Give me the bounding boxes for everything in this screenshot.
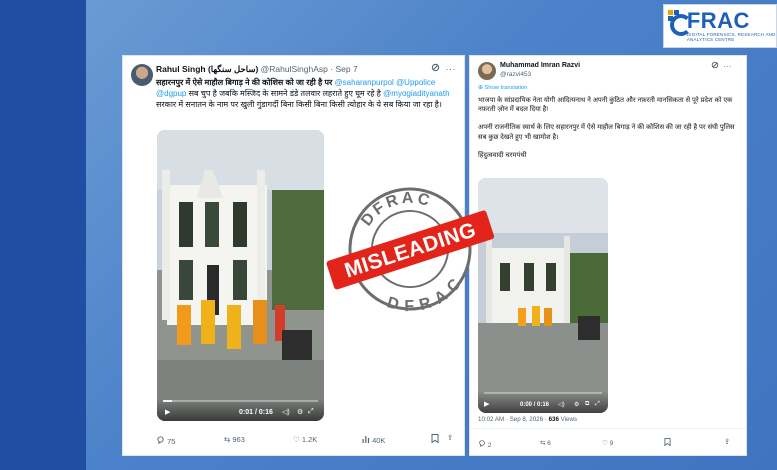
play-icon[interactable]: ▶	[165, 408, 170, 416]
repost-action[interactable]: ⇆ 963	[224, 435, 245, 444]
views-count: 636	[548, 416, 559, 423]
repost-count: 6	[547, 440, 551, 447]
logo-tagline: DIGITAL FORENSICS, RESEARCH AND ANALYTIC…	[686, 32, 776, 42]
share-icon[interactable]: ⇪	[724, 437, 730, 446]
bookmark-icon[interactable]	[664, 438, 671, 448]
misleading-stamp: DFRAC DFRAC MISLEADING	[326, 181, 494, 316]
dfrac-logo: FRAC DIGITAL FORENSICS, RESEARCH AND ANA…	[663, 4, 777, 48]
bookmark-icon[interactable]	[431, 434, 439, 445]
repost-icon[interactable]: ⇆	[540, 440, 545, 447]
mention-link[interactable]: @Uppolice	[396, 78, 435, 87]
tweet-meta: 10:02 AM · Sep 8, 2026 · 636 Views	[478, 416, 578, 423]
reply-icon[interactable]	[156, 436, 167, 446]
views-label: Views	[560, 416, 578, 423]
play-icon[interactable]: ▶	[484, 400, 489, 408]
handle[interactable]: @razvi453	[500, 71, 531, 78]
tweet-text: सहारनपुर में ऐसे माहौल बिगाड़ ने की कोशि…	[156, 78, 450, 109]
show-translation-link[interactable]: ⊕ Show translation	[478, 85, 527, 91]
grok-icon[interactable]	[431, 63, 443, 74]
heart-icon[interactable]: ♡	[293, 435, 300, 444]
reply-icon[interactable]	[478, 440, 488, 449]
share-icon[interactable]: ⇪	[447, 433, 453, 442]
avatar[interactable]	[478, 62, 496, 80]
reply-action[interactable]: 75	[156, 435, 175, 446]
video-frame	[478, 178, 608, 413]
settings-icon[interactable]: ⚙	[297, 408, 303, 416]
display-name[interactable]: Rahul Singh (ساحل سنگھا)	[156, 64, 258, 74]
divider	[470, 428, 746, 429]
like-action[interactable]: ♡ 1.2K	[293, 435, 317, 444]
tweet-text: भाजपा के सांप्रदायिक नेता योगी आदित्यनाथ…	[478, 97, 735, 159]
reply-count: 2	[487, 442, 492, 449]
settings-icon[interactable]: ⚙	[574, 401, 579, 408]
more-options-icon[interactable]: ···	[723, 62, 731, 71]
video-time: 0:01 / 0:16	[239, 409, 273, 416]
repost-action[interactable]: ⇆ 6	[540, 439, 551, 447]
video-controls: ▶ 0:01 / 0:16 ◁) ⚙ ⤢	[157, 399, 324, 421]
tweet-header: Rahul Singh (ساحل سنگھا) @RahulSinghAsp …	[156, 64, 358, 74]
like-count: 9	[609, 440, 614, 447]
volume-icon[interactable]: ◁)	[282, 408, 290, 416]
picture-in-picture-icon[interactable]: ⧉	[585, 401, 589, 408]
repost-count: 963	[232, 435, 245, 444]
video-controls: ▶ 0:00 / 0:16 ◁) ⚙ ⧉ ⤢	[478, 391, 608, 413]
video-frame	[157, 130, 324, 421]
repost-icon[interactable]: ⇆	[224, 435, 230, 444]
fullscreen-icon[interactable]: ⤢	[308, 408, 314, 416]
fullscreen-icon[interactable]: ⤢	[595, 401, 600, 408]
tweet-time[interactable]: 10:02 AM	[478, 416, 504, 423]
dfrac-logo-icon	[668, 10, 692, 42]
more-options-icon[interactable]: ···	[446, 64, 457, 74]
volume-icon[interactable]: ◁)	[558, 401, 565, 408]
avatar[interactable]	[131, 64, 153, 86]
display-name[interactable]: Muhammad Imran Razvi	[500, 62, 580, 69]
analytics-icon[interactable]	[362, 436, 372, 445]
video-time: 0:00 / 0:16	[520, 402, 550, 408]
video-player[interactable]: ▶ 0:00 / 0:16 ◁) ⚙ ⧉ ⤢	[478, 178, 608, 413]
reply-count: 75	[167, 437, 176, 446]
like-action[interactable]: ♡ 9	[602, 439, 613, 447]
like-count: 1.2K	[301, 435, 318, 444]
heart-icon[interactable]: ♡	[602, 440, 608, 447]
left-accent-bar	[0, 0, 86, 470]
grok-icon[interactable]	[711, 61, 721, 71]
handle[interactable]: @RahulSinghAsp	[261, 64, 328, 74]
globe-icon: ⊕	[478, 85, 483, 91]
tweet-date[interactable]: Sep 7	[335, 64, 357, 74]
mention-link[interactable]: @dgpup	[156, 89, 186, 98]
logo-text: FRAC	[686, 8, 750, 33]
tweet-card-2[interactable]: Muhammad Imran Razvi @razvi453 ··· ⊕ Sho…	[469, 55, 747, 456]
tweet-date[interactable]: Sep 8, 2026	[510, 416, 543, 423]
mention-link[interactable]: @saharanpurpol	[335, 78, 394, 87]
video-player[interactable]: ▶ 0:01 / 0:16 ◁) ⚙ ⤢	[157, 130, 324, 421]
reply-action[interactable]: 2	[478, 439, 491, 449]
mention-link[interactable]: @myogiadityanath	[383, 89, 449, 98]
views-count: 40K	[372, 436, 386, 445]
views-action[interactable]: 40K	[362, 435, 385, 445]
